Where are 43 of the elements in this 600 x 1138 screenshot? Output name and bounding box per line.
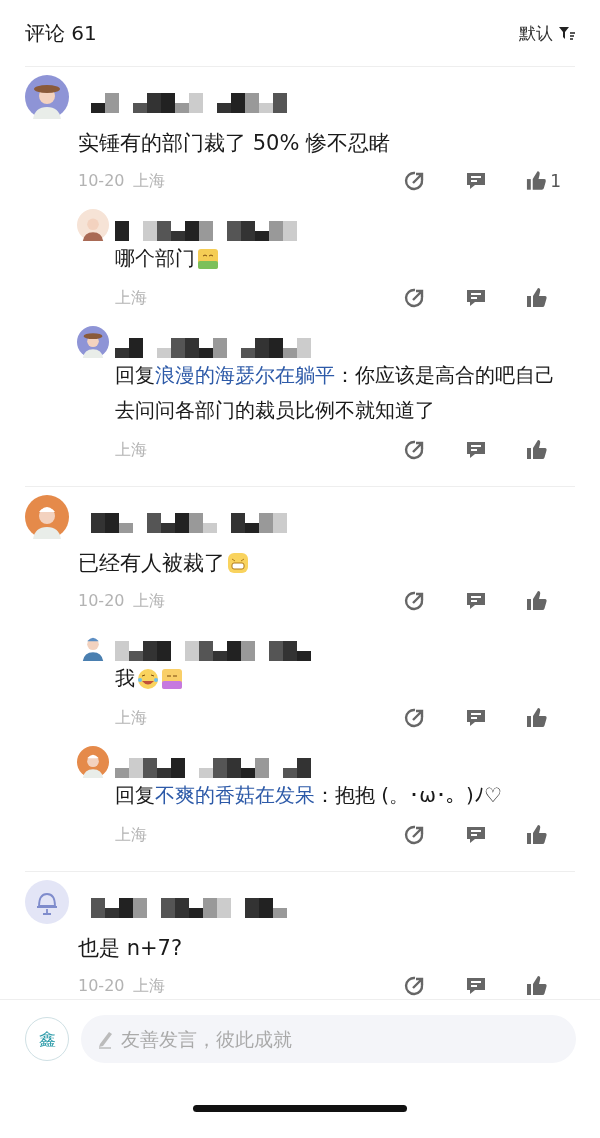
laughing-emoji-icon (137, 667, 159, 690)
comment-location: 上海 (132, 975, 165, 997)
comment-text: 我 (115, 665, 135, 692)
comment-text: 已经有人被裁了 (78, 550, 225, 577)
like-count: 1 (550, 171, 561, 191)
comment-location: 上海 (132, 590, 165, 612)
comment-date: 10-20 (78, 170, 125, 192)
username-link[interactable]: 不爽的香菇在发呆 (155, 783, 315, 807)
comment-text: 哪个部门 (115, 245, 195, 272)
avatar-icon[interactable] (77, 746, 109, 778)
comment-location: 上海 (115, 287, 147, 309)
thumbs-up-icon (525, 169, 549, 193)
pencil-icon (97, 1029, 115, 1049)
grin-emoji-icon (227, 552, 249, 574)
comment-text: 回复浪漫的海瑟尔在躺平：你应该是高合的吧自己去问问各部门的裁员比例不就知道了 (115, 362, 555, 424)
comment-input[interactable]: 友善发言，彼此成就 (81, 1015, 576, 1063)
avatar-icon[interactable] (25, 75, 69, 119)
comment-text: 回复不爽的香菇在发呆：抱抱 (。･ω･。)ﾉ♡ (115, 782, 502, 809)
comments-title: 评论 61 (25, 19, 97, 47)
thumbs-up-icon (525, 706, 549, 730)
thumbs-up-icon (525, 974, 549, 998)
avatar-icon[interactable] (25, 495, 69, 539)
comment-location: 上海 (115, 707, 147, 729)
sticker-icon (161, 667, 183, 690)
like-button[interactable]: 1 (525, 169, 561, 193)
comment-location: 上海 (115, 824, 147, 846)
sticker-icon (197, 247, 219, 270)
sort-button[interactable]: 默认 (519, 21, 575, 45)
comment-date: 10-20 (78, 590, 125, 612)
comment-location: 上海 (115, 439, 147, 461)
thumbs-up-icon (525, 823, 549, 847)
comment-date: 10-20 (78, 975, 125, 997)
avatar-icon[interactable] (77, 326, 109, 358)
username-link[interactable]: 浪漫的海瑟尔在躺平 (155, 363, 335, 387)
filter-icon (559, 26, 575, 40)
thumbs-up-icon (525, 286, 549, 310)
avatar-icon[interactable] (77, 209, 109, 241)
thumbs-up-icon (525, 589, 549, 613)
avatar-icon[interactable] (25, 880, 69, 924)
comment-location: 上海 (132, 170, 165, 192)
comment-text: 实锤有的部门裁了 50% 惨不忍睹 (78, 130, 391, 157)
thumbs-up-icon (525, 438, 549, 462)
comment-text: 也是 n+7? (78, 935, 183, 962)
